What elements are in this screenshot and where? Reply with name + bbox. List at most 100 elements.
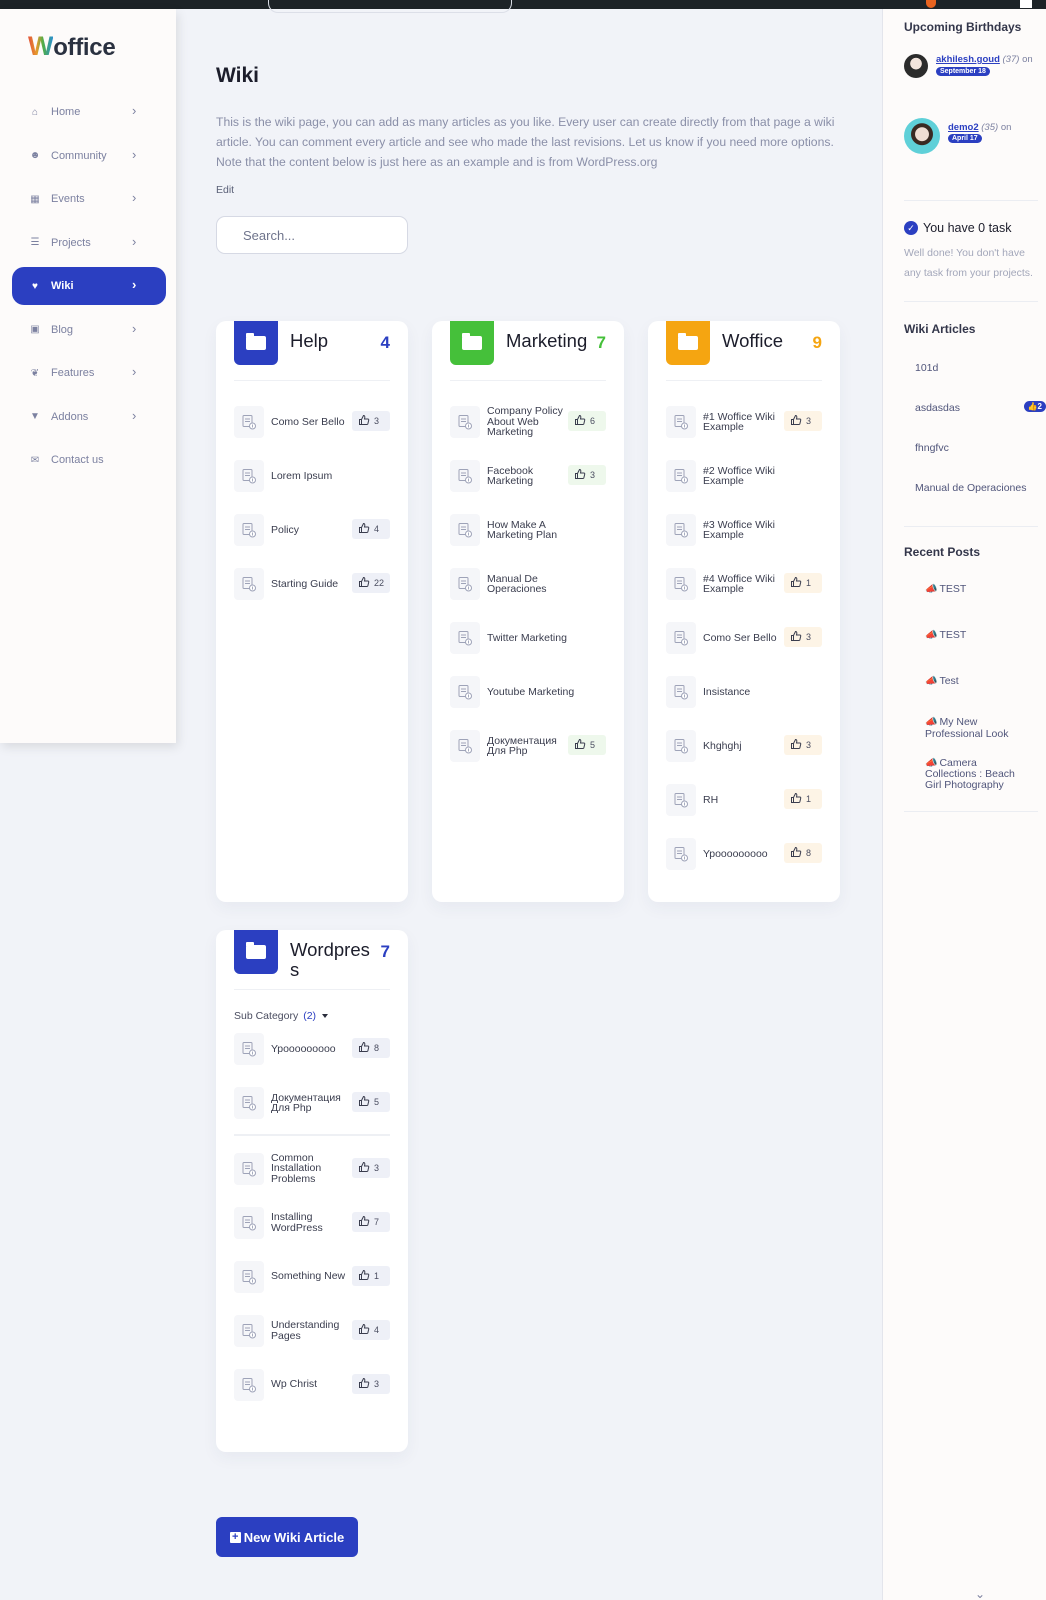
sidebar-item-projects[interactable]: ☰ Projects › <box>12 224 166 262</box>
article-title[interactable]: Документация Для Php <box>487 735 563 757</box>
article-title[interactable]: #1 Woffice Wiki Example <box>703 411 779 433</box>
wiki-article-link[interactable]: asdasdas 👍2 <box>904 388 1046 428</box>
sidebar-item-contact-us[interactable]: ✉ Contact us <box>12 441 166 479</box>
avatar[interactable] <box>904 118 940 154</box>
chevron-right-icon[interactable]: › <box>132 147 136 162</box>
article-title[interactable]: Manual De Operaciones <box>487 573 579 595</box>
chevron-right-icon[interactable]: › <box>132 277 136 292</box>
document-icon <box>450 568 480 600</box>
user-menu-icon[interactable] <box>1020 0 1032 8</box>
recent-post-link[interactable]: 📣 TEST <box>904 567 1038 613</box>
article-item[interactable]: Company Policy About Web Marketing 6 <box>450 395 606 449</box>
sidebar-item-home[interactable]: ⌂ Home › <box>12 93 166 131</box>
article-item[interactable]: Como Ser Bello 3 <box>234 395 390 449</box>
article-title[interactable]: #4 Woffice Wiki Example <box>703 573 779 595</box>
avatar[interactable] <box>904 54 928 78</box>
category-title[interactable]: Marketing <box>506 331 594 351</box>
article-item[interactable]: Policy 4 <box>234 503 390 557</box>
article-title[interactable]: Youtube Marketing <box>487 687 579 698</box>
category-title[interactable]: Wordpress <box>290 940 378 980</box>
article-item[interactable]: Youtube Marketing <box>450 665 606 719</box>
article-item[interactable]: Starting Guide 22 <box>234 557 390 611</box>
article-title[interactable]: Facebook Marketing <box>487 465 563 487</box>
wiki-article-link[interactable]: fhngfvc <box>904 428 1038 468</box>
article-item[interactable]: Understanding Pages 4 <box>234 1304 390 1358</box>
wiki-icon: ♥ <box>32 280 38 292</box>
article-title[interactable]: Installing WordPress <box>271 1212 347 1233</box>
article-title[interactable]: Starting Guide <box>271 579 347 590</box>
article-item[interactable]: Como Ser Bello 3 <box>666 611 822 665</box>
article-item[interactable]: RH 1 <box>666 773 822 827</box>
article-title[interactable]: Документация Для Php <box>271 1092 347 1114</box>
article-item[interactable]: Installing WordPress 7 <box>234 1196 390 1250</box>
article-title[interactable]: Something New <box>271 1271 347 1282</box>
scroll-down-chevron-icon[interactable]: ⌄ <box>975 1587 985 1600</box>
article-item[interactable]: Something New 1 <box>234 1250 390 1304</box>
chevron-right-icon[interactable]: › <box>132 190 136 205</box>
sidebar-item-features[interactable]: ❦ Features › <box>12 354 166 392</box>
article-title[interactable]: #3 Woffice Wiki Example <box>703 519 795 541</box>
chevron-right-icon[interactable]: › <box>132 364 136 379</box>
article-item[interactable]: Документация Для Php 5 <box>450 719 606 773</box>
sidebar-item-events[interactable]: ▦ Events › <box>12 180 166 218</box>
article-title[interactable]: Wp Christ <box>271 1379 347 1390</box>
subcategory-toggle[interactable]: Sub Category (2) <box>216 990 408 1022</box>
category-title[interactable]: Woffice <box>722 331 810 351</box>
sidebar-item-wiki[interactable]: ♥ Wiki › <box>12 267 166 305</box>
article-title[interactable]: Khghghj <box>703 741 779 752</box>
birthday-user-link[interactable]: akhilesh.goud (37) on <box>936 54 1033 65</box>
article-item[interactable]: #4 Woffice Wiki Example 1 <box>666 557 822 611</box>
article-item[interactable]: Wp Christ 3 <box>234 1358 390 1412</box>
logo[interactable]: Woffice <box>28 31 116 62</box>
article-item[interactable]: #2 Woffice Wiki Example <box>666 449 822 503</box>
article-item[interactable]: Документация Для Php 5 <box>234 1076 390 1130</box>
recent-post-link[interactable]: 📣 Camera Collections : Beach Girl Photogr… <box>904 751 1038 797</box>
article-item[interactable]: Manual De Operaciones <box>450 557 606 611</box>
sidebar-item-addons[interactable]: ▼ Addons › <box>12 398 166 436</box>
article-item[interactable]: Lorem Ipsum <box>234 449 390 503</box>
article-item[interactable]: How Make A Marketing Plan <box>450 503 606 557</box>
recent-post-link[interactable]: 📣 TEST <box>904 613 1038 659</box>
article-title[interactable]: Policy <box>271 525 347 536</box>
article-item[interactable]: #1 Woffice Wiki Example 3 <box>666 395 822 449</box>
article-title[interactable]: Como Ser Bello <box>271 417 347 428</box>
birthday-user-link[interactable]: demo2 (35) on <box>948 122 1011 133</box>
article-title[interactable]: RH <box>703 795 779 806</box>
category-title[interactable]: Help <box>290 331 378 351</box>
wiki-article-link[interactable]: Manual de Operaciones <box>904 468 1038 508</box>
article-item[interactable]: Ypooooooooo 8 <box>234 1022 390 1076</box>
article-item[interactable]: Facebook Marketing 3 <box>450 449 606 503</box>
chevron-right-icon[interactable]: › <box>132 103 136 118</box>
recent-post-link[interactable]: 📣 Test <box>904 659 1038 705</box>
article-item[interactable]: #3 Woffice Wiki Example <box>666 503 822 557</box>
recent-post-link[interactable]: 📣 My New Professional Look <box>904 705 1038 751</box>
article-item[interactable]: Ypooooooooo 8 <box>666 827 822 881</box>
sidebar-item-blog[interactable]: ▣ Blog › <box>12 311 166 349</box>
article-item[interactable]: Common Installation Problems 3 <box>234 1142 390 1196</box>
wiki-article-link[interactable]: 101d <box>904 348 1038 388</box>
edit-link[interactable]: Edit <box>216 184 234 196</box>
sidebar-item-community[interactable]: ☻ Community › <box>12 137 166 175</box>
new-wiki-article-button[interactable]: + New Wiki Article <box>216 1517 358 1557</box>
top-search-box[interactable] <box>268 0 512 13</box>
article-title[interactable]: Lorem Ipsum <box>271 471 363 482</box>
article-title[interactable]: Common Installation Problems <box>271 1153 347 1185</box>
article-title[interactable]: How Make A Marketing Plan <box>487 519 579 541</box>
article-title[interactable]: Understanding Pages <box>271 1320 347 1341</box>
article-title[interactable]: #2 Woffice Wiki Example <box>703 465 795 487</box>
chevron-right-icon[interactable]: › <box>132 321 136 336</box>
article-title[interactable]: Ypooooooooo <box>703 849 779 860</box>
user-avatar-icon[interactable] <box>926 0 936 8</box>
wiki-search-input[interactable] <box>216 216 408 254</box>
article-item[interactable]: Khghghj 3 <box>666 719 822 773</box>
chevron-right-icon[interactable]: › <box>132 408 136 423</box>
article-title[interactable]: Insistance <box>703 687 795 698</box>
article-item[interactable]: Twitter Marketing <box>450 611 606 665</box>
article-title[interactable]: Como Ser Bello <box>703 633 779 644</box>
article-title[interactable]: Twitter Marketing <box>487 633 579 644</box>
article-item[interactable]: Insistance <box>666 665 822 719</box>
chevron-right-icon[interactable]: › <box>132 234 136 249</box>
sidebar-item-label: Wiki <box>51 280 74 292</box>
article-title[interactable]: Ypooooooooo <box>271 1044 347 1055</box>
article-title[interactable]: Company Policy About Web Marketing <box>487 406 563 438</box>
